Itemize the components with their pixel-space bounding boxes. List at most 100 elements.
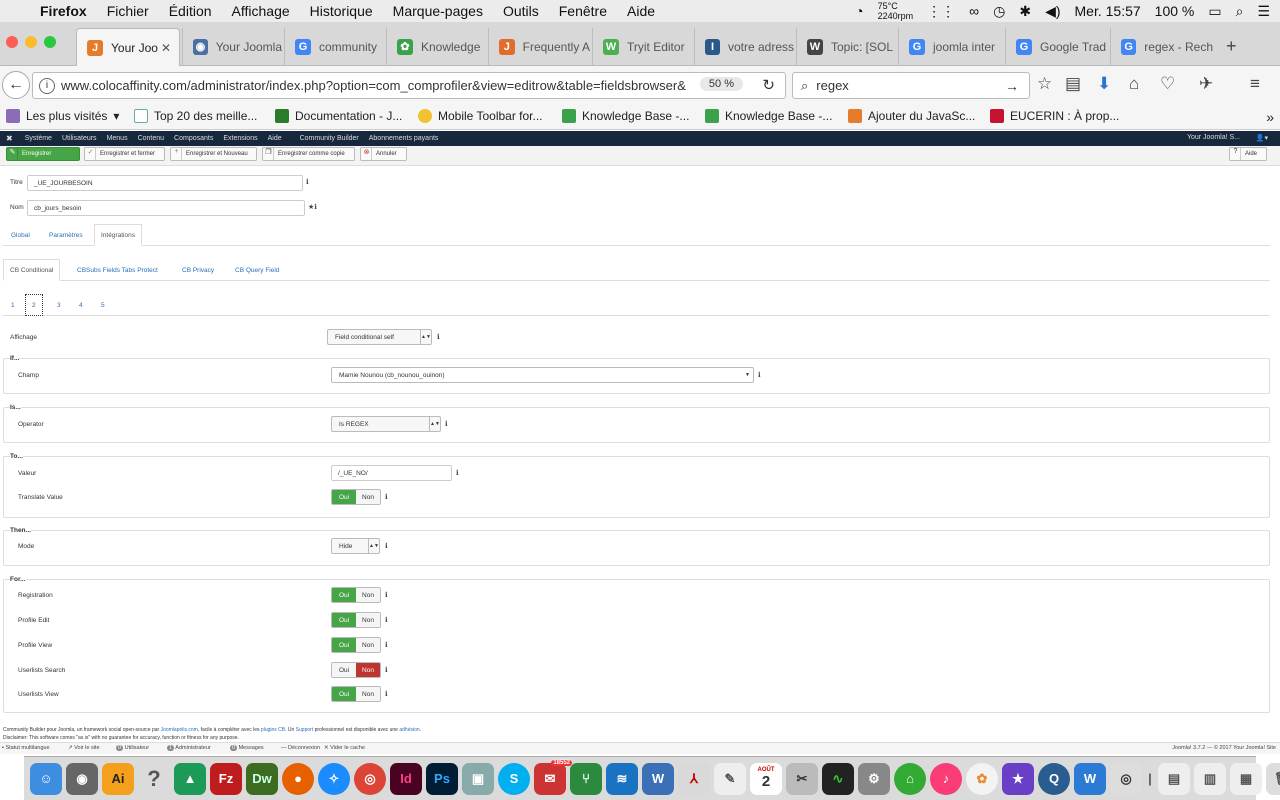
grid-icon[interactable]: ⋮⋮ bbox=[927, 3, 955, 20]
bookmark-star-icon[interactable]: ☆ bbox=[1037, 74, 1052, 94]
quicktime-icon[interactable]: Q bbox=[1038, 762, 1070, 795]
mode-select[interactable]: Hide ▲▼ bbox=[331, 538, 380, 554]
menu-historique[interactable]: Historique bbox=[310, 3, 373, 19]
pocket-icon[interactable]: ♡ bbox=[1160, 74, 1175, 94]
upload-app-icon[interactable]: ⌂ bbox=[894, 762, 926, 795]
home-icon[interactable]: ⌂ bbox=[1129, 74, 1139, 94]
translate-value-toggle[interactable]: Oui Non bbox=[331, 489, 381, 505]
info-icon[interactable]: ℹ bbox=[385, 542, 388, 550]
toggle-non[interactable]: Non bbox=[356, 613, 380, 627]
notification-center-icon[interactable]: ☰ bbox=[1257, 3, 1270, 20]
toggle-oui[interactable]: Oui bbox=[332, 663, 356, 677]
toggle-oui[interactable]: Oui bbox=[332, 613, 356, 627]
finder-icon[interactable]: ☺ bbox=[30, 762, 62, 795]
joomlapolis-link[interactable]: Joomlapolis.com bbox=[161, 727, 198, 733]
menu-fenetre[interactable]: Fenêtre bbox=[559, 3, 607, 19]
admin-menu-utilisateurs[interactable]: Utilisateurs bbox=[62, 135, 97, 142]
volume-icon[interactable]: ◀) bbox=[1045, 3, 1060, 20]
indesign-icon[interactable]: Id bbox=[390, 762, 422, 795]
browser-tab[interactable]: J Your Joo ✕ bbox=[76, 28, 180, 66]
browser-tab[interactable]: Gcommunity bbox=[284, 28, 384, 66]
tab-cbsubs-protect[interactable]: CBSubs Fields Tabs Protect bbox=[71, 259, 164, 281]
skype-icon[interactable]: S bbox=[498, 762, 530, 795]
close-tab-icon[interactable]: ✕ bbox=[161, 41, 171, 55]
info-icon[interactable]: ℹ bbox=[445, 420, 448, 428]
toggle-non[interactable]: Non bbox=[356, 588, 380, 602]
site-link[interactable]: Your Joomla! S... bbox=[1187, 134, 1240, 141]
status-logout[interactable]: — Déconnexion bbox=[281, 745, 320, 751]
photoshop-icon[interactable]: Ps bbox=[426, 762, 458, 795]
imovie-icon[interactable]: ★ bbox=[1002, 762, 1034, 795]
condition-tab-3[interactable]: 3 bbox=[51, 294, 67, 316]
documents-stack-icon[interactable]: ▤ bbox=[1158, 762, 1190, 795]
time-machine-icon[interactable]: ◷ bbox=[993, 3, 1005, 20]
url-text[interactable]: www.colocaffinity.com/administrator/inde… bbox=[61, 78, 686, 93]
photos-icon[interactable]: ✿ bbox=[966, 762, 998, 795]
browser-tab[interactable]: ◉ Your Joomla bbox=[182, 28, 282, 66]
new-tab-button[interactable]: + bbox=[1226, 36, 1237, 57]
save-copy-button[interactable]: ❐ Enregistrer comme copie bbox=[262, 147, 355, 161]
browser-tab[interactable]: ✿ Knowledge bbox=[386, 28, 486, 66]
browser-tab[interactable]: G Google Trad bbox=[1005, 28, 1108, 66]
condition-tab-4[interactable]: 4 bbox=[73, 294, 89, 316]
name-input[interactable]: cb_jours_besoin bbox=[27, 200, 305, 216]
cyberduck-icon[interactable]: ≋ bbox=[606, 762, 638, 795]
browser-tab[interactable]: Gjoomla inter bbox=[898, 28, 1003, 66]
battery-text[interactable]: 100 % bbox=[1155, 3, 1195, 19]
status-users[interactable]: 0 Utilisateur bbox=[116, 745, 149, 751]
search-text[interactable]: regex bbox=[816, 78, 849, 93]
menu-fichier[interactable]: Fichier bbox=[107, 3, 149, 19]
info-icon[interactable]: ℹ bbox=[385, 666, 388, 674]
tab-parametres[interactable]: Paramètres bbox=[43, 224, 89, 246]
folder-stack-icon[interactable]: ▦ bbox=[1230, 762, 1262, 795]
status-multilang[interactable]: ▪ Statut multilangue bbox=[2, 745, 50, 751]
menu-aide[interactable]: Aide bbox=[627, 3, 655, 19]
info-icon[interactable]: ℹ bbox=[385, 591, 388, 599]
status-admin[interactable]: 1 Administrateur bbox=[167, 745, 211, 751]
overflow-chevron-icon[interactable]: » bbox=[1266, 109, 1274, 125]
info-icon[interactable]: ℹ bbox=[456, 469, 459, 477]
toggle-oui[interactable]: Oui bbox=[332, 687, 356, 701]
filezilla-icon[interactable]: Fz bbox=[210, 762, 242, 795]
registration-toggle[interactable]: Oui Non bbox=[331, 587, 381, 603]
clock-text[interactable]: Mer. 15:57 bbox=[1075, 3, 1141, 19]
pdf-icon[interactable]: ⅄ bbox=[678, 762, 710, 795]
admin-menu-contenu[interactable]: Contenu bbox=[138, 135, 164, 142]
url-bar[interactable]: i www.colocaffinity.com/administrator/in… bbox=[32, 72, 786, 99]
app-menu[interactable]: Firefox bbox=[40, 3, 87, 19]
toggle-oui[interactable]: Oui bbox=[332, 638, 356, 652]
search-bar[interactable]: ⌕ regex → bbox=[792, 72, 1030, 99]
mail-icon[interactable]: ✉ 18552 bbox=[534, 759, 572, 795]
minimize-window-button[interactable] bbox=[25, 36, 37, 48]
downloads-stack-icon[interactable]: ▥ bbox=[1194, 762, 1226, 795]
hamburger-menu-icon[interactable]: ≡ bbox=[1250, 74, 1260, 94]
trash-icon[interactable]: 🗑 bbox=[1266, 762, 1280, 795]
webstorm-icon[interactable]: W bbox=[1074, 762, 1106, 795]
extension-icon[interactable]: ✈ bbox=[1199, 74, 1213, 94]
condition-tab-2[interactable]: 2 bbox=[25, 294, 43, 316]
bookmark-item[interactable]: EUCERIN : À prop... bbox=[990, 109, 1119, 123]
info-icon[interactable]: ℹ bbox=[385, 616, 388, 624]
info-icon[interactable]: ℹ bbox=[385, 493, 388, 501]
user-menu-icon[interactable]: 👤▾ bbox=[1256, 134, 1268, 142]
sourcetree-icon[interactable]: ⑂ bbox=[570, 762, 602, 795]
admin-menu-abonnements[interactable]: Abonnements payants bbox=[369, 135, 439, 142]
save-button[interactable]: ✎ Enregistrer bbox=[6, 147, 80, 161]
info-icon[interactable]: ℹ bbox=[385, 690, 388, 698]
menu-marque-pages[interactable]: Marque-pages bbox=[393, 3, 483, 19]
info-icon[interactable]: ℹ bbox=[758, 371, 761, 379]
reload-icon[interactable]: ↻ bbox=[762, 76, 775, 94]
chrome-icon[interactable]: ◎ bbox=[354, 762, 386, 795]
browser-tab[interactable]: W Topic: [SOL bbox=[796, 28, 896, 66]
browser-tab[interactable]: W Tryit Editor bbox=[592, 28, 692, 66]
menu-outils[interactable]: Outils bbox=[503, 3, 539, 19]
condition-tab-1[interactable]: 1 bbox=[5, 294, 21, 316]
adhesion-link[interactable]: adhésion bbox=[399, 727, 419, 733]
plugins-cb-link[interactable]: plugins CB bbox=[261, 727, 285, 733]
cancel-button[interactable]: ⊗ Annuler bbox=[360, 147, 407, 161]
joomla-logo-icon[interactable]: ✖ bbox=[6, 134, 13, 143]
operator-select[interactable]: Is REGEX ▲▼ bbox=[331, 416, 441, 432]
title-input[interactable]: _UE_JOURBESOIN bbox=[27, 175, 303, 191]
toggle-non[interactable]: Non bbox=[356, 638, 380, 652]
browser-tab[interactable]: J Frequently A bbox=[488, 28, 590, 66]
